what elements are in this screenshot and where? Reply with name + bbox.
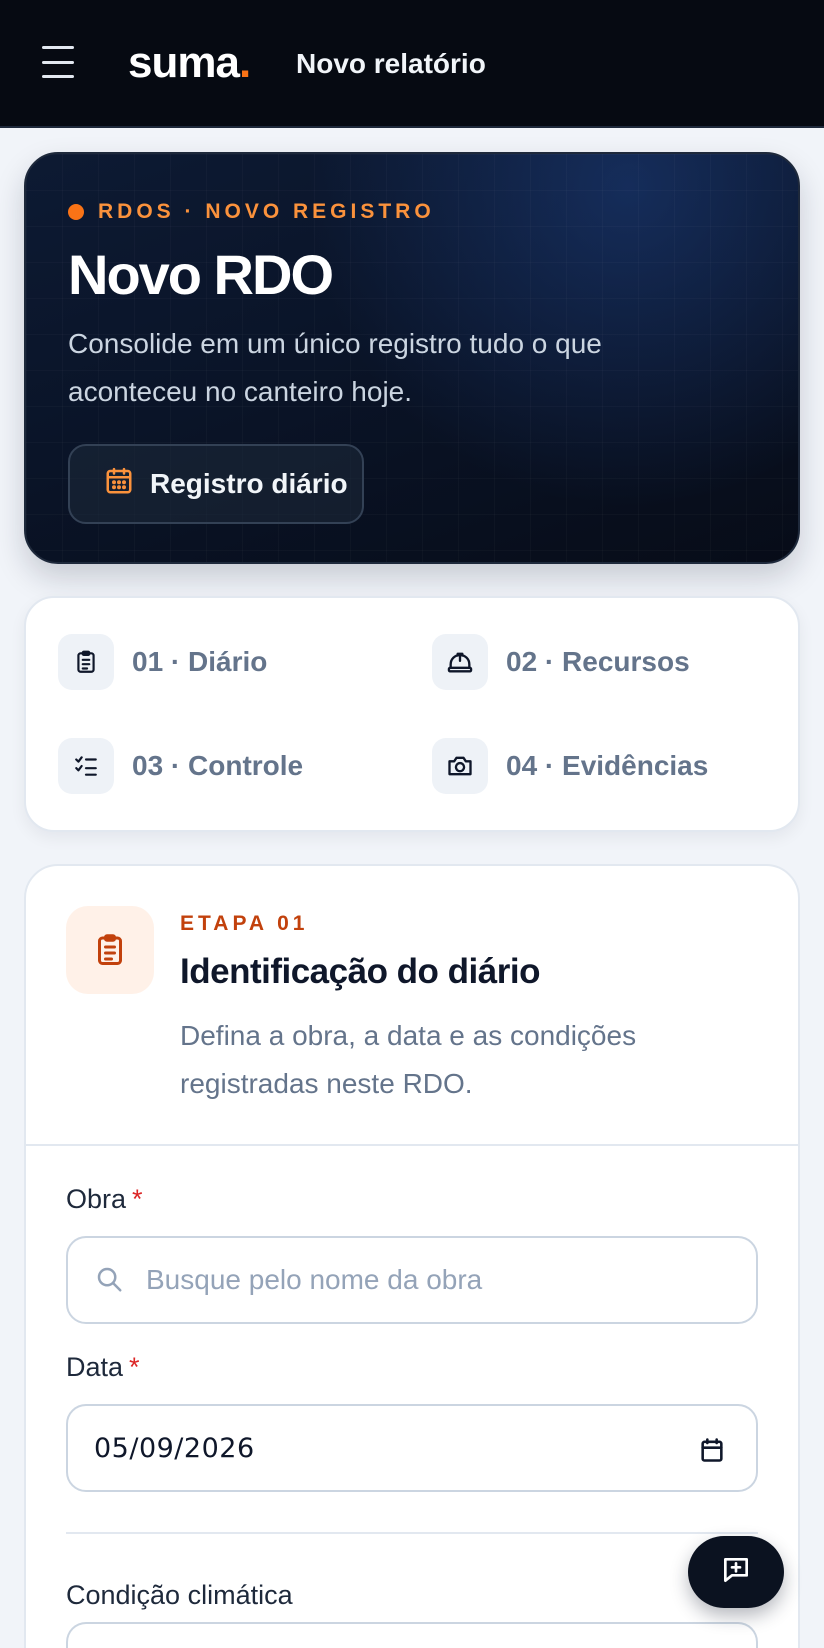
daily-record-chip: Registro diário	[68, 444, 364, 524]
stage-eyebrow: ETAPA 01	[180, 912, 309, 935]
checklist-icon	[58, 738, 114, 794]
steps-nav: 01 · Diário 02 · Recursos 03 · Controle …	[24, 596, 800, 832]
hard-hat-icon	[432, 634, 488, 690]
step-evidencias[interactable]: 04 · Evidências	[432, 738, 708, 794]
stage-title: Identificação do diário	[180, 952, 540, 991]
step-recursos[interactable]: 02 · Recursos	[432, 634, 690, 690]
obra-label-text: Obra	[66, 1184, 127, 1214]
clipboard-icon	[58, 634, 114, 690]
message-plus-icon	[720, 1554, 752, 1591]
step-controle[interactable]: 03 · Controle	[58, 738, 303, 794]
clima-label: Condição climática	[66, 1580, 293, 1610]
form-card: ETAPA 01 Identificação do diário Defina …	[24, 864, 800, 1648]
required-mark: *	[132, 1184, 143, 1214]
obra-placeholder: Busque pelo nome da obra	[146, 1264, 483, 1295]
step-label: 04 · Evidências	[506, 750, 709, 781]
step-label: 03 · Controle	[132, 750, 304, 781]
hero-title: Novo RDO	[68, 243, 334, 306]
brand-name: suma	[128, 38, 240, 87]
date-value: 05/09/2026	[94, 1432, 255, 1464]
required-mark: *	[129, 1352, 140, 1382]
hero-eyebrow-text: RDOS · NOVO REGISTRO	[98, 200, 435, 223]
stage-description: Defina a obra, a data e as condições reg…	[180, 1020, 637, 1099]
daily-record-label: Registro diário	[150, 468, 348, 499]
brand-logo[interactable]: suma.	[128, 38, 251, 88]
camera-icon	[432, 738, 488, 794]
step-label: 01 · Diário	[132, 646, 268, 677]
step-diario[interactable]: 01 · Diário	[58, 634, 267, 690]
page-title: Novo relatório	[296, 48, 486, 79]
step-label: 02 · Recursos	[506, 646, 690, 677]
obra-search-input[interactable]: Busque pelo nome da obra	[66, 1236, 758, 1324]
data-label: Data *	[66, 1352, 140, 1383]
obra-label: Obra *	[66, 1184, 143, 1215]
clipboard-icon	[66, 906, 154, 994]
hero-banner: RDOS · NOVO REGISTRO Novo RDO Consolide …	[24, 152, 800, 564]
hamburger-menu-icon[interactable]	[42, 46, 78, 78]
hero-eyebrow: RDOS · NOVO REGISTRO	[68, 200, 435, 224]
section-divider	[26, 1144, 798, 1146]
data-label-text: Data	[66, 1352, 124, 1382]
feedback-button[interactable]	[688, 1536, 784, 1608]
date-input[interactable]: 05/09/2026	[66, 1404, 758, 1492]
clima-select[interactable]	[66, 1622, 758, 1648]
calendar-picker-icon[interactable]	[698, 1436, 726, 1471]
status-dot-icon	[68, 204, 84, 220]
top-bar: suma. Novo relatório	[0, 0, 824, 128]
field-divider	[66, 1532, 758, 1534]
brand-dot: .	[238, 38, 251, 87]
calendar-icon	[104, 466, 134, 503]
search-icon	[94, 1264, 124, 1301]
hero-description: Consolide em um único registro tudo o qu…	[68, 328, 602, 407]
